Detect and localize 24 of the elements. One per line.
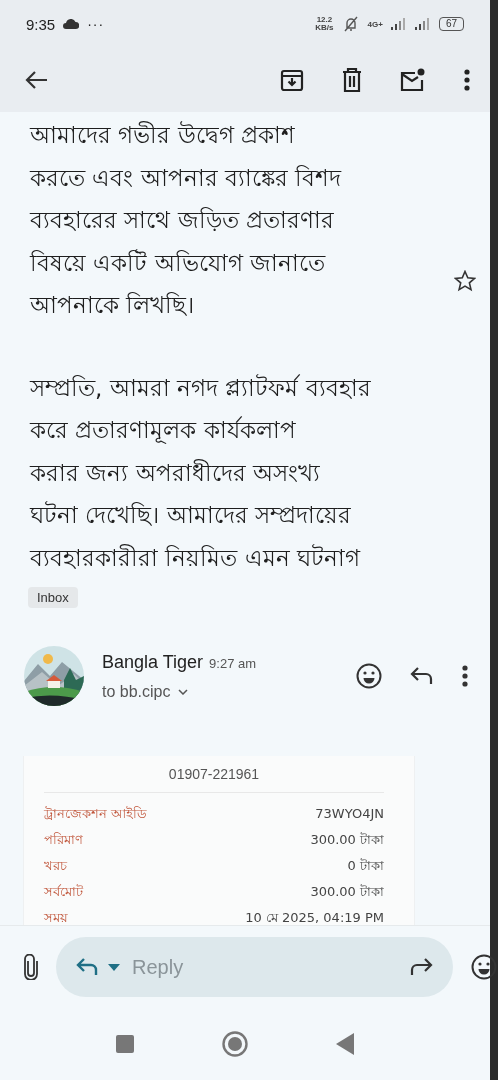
receipt-value: 10 মে 2025, 04:19 PM bbox=[245, 909, 384, 925]
receipt-value: 300.00 টাকা bbox=[310, 883, 384, 901]
message-paragraph: আমাদের গভীর উদ্বেগ প্রকাশ করতে এবং আপনার ব্যাঙ্কের বিশদ ব্যবহারের সাথে জড়িত প্রতারণার বিষয়ে একটি অভিযোগ জানাতে আপনাকে লিখছি। bbox=[30, 120, 342, 320]
battery-level: 67 bbox=[438, 17, 464, 31]
inbox-label[interactable]: Inbox bbox=[28, 587, 78, 608]
message-time: 9:27 am bbox=[209, 655, 257, 671]
receipt-label: খরচ bbox=[44, 857, 67, 875]
receipt-value: 73WYO4JN bbox=[315, 805, 384, 823]
receipt-label: সময় bbox=[44, 909, 68, 925]
receipt-value: 0 টাকা bbox=[347, 857, 384, 875]
receipt-label: সর্বমোট bbox=[44, 883, 83, 901]
receipt-value: 300.00 টাকা bbox=[310, 831, 384, 849]
message-paragraph: সম্প্রতি, আমরা নগদ প্ল্যাটফর্ম ব্যবহার করে প্রতারণামূলক কার্যকলাপ করার জন্য অপরাধীদের অসংখ্য ঘটনা দেখেছি। আমাদের সম্প্রদায়ের ব্যবহারকারীরা নিয়মিত এমন ঘটনাগ bbox=[30, 373, 371, 573]
sender-name: Bangla Tiger bbox=[102, 651, 204, 673]
receipt-label: ট্রানজেকশন আইডি bbox=[44, 805, 148, 823]
reply-input[interactable]: Reply bbox=[130, 954, 399, 980]
network-type: 4G+ bbox=[367, 19, 383, 29]
network-speed: 12.2 KB/s bbox=[315, 16, 334, 32]
status-time: 9:35 bbox=[26, 15, 56, 33]
reply-pill[interactable]: Reply bbox=[56, 937, 453, 997]
receipt-label: পরিমাণ bbox=[44, 831, 83, 849]
more-notifications: ··· bbox=[87, 16, 105, 32]
receipt-phone: 01907-221961 bbox=[44, 766, 384, 793]
recipient-text[interactable]: to bb.cipc bbox=[102, 682, 171, 701]
